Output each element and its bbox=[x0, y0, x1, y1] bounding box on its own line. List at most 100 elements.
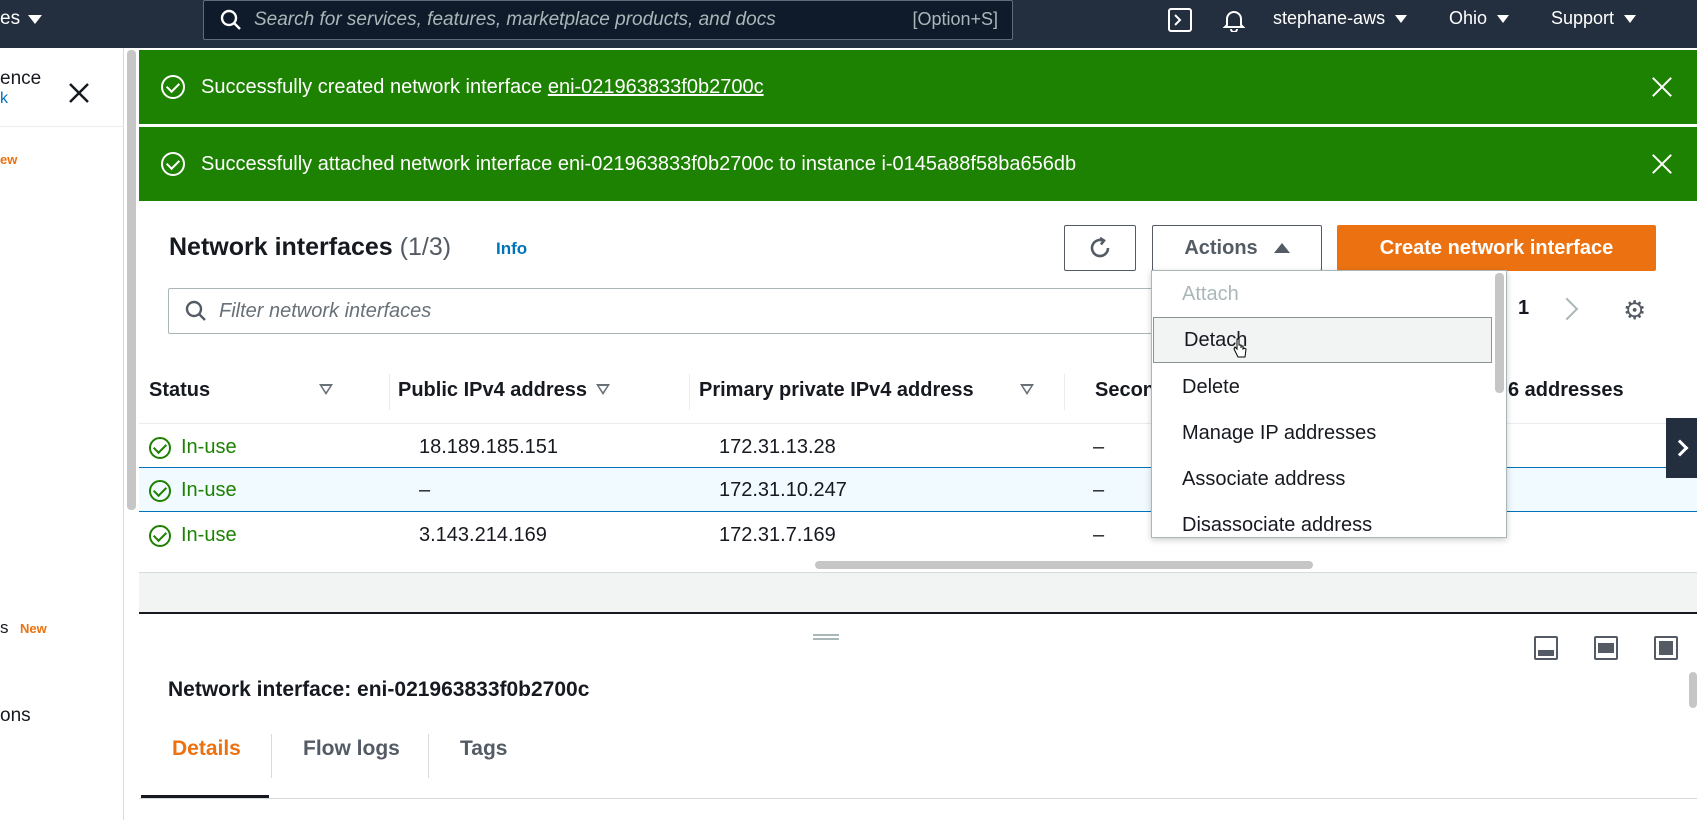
column-secondary[interactable]: Secon bbox=[1095, 379, 1155, 402]
current-page[interactable]: 1 bbox=[1518, 297, 1529, 320]
sort-icon[interactable] bbox=[596, 384, 610, 395]
private-ip-cell: 172.31.10.247 bbox=[719, 479, 847, 501]
close-icon[interactable] bbox=[1649, 74, 1675, 100]
close-sidenav-button[interactable] bbox=[68, 82, 90, 104]
status-text: In-use bbox=[181, 436, 237, 458]
account-menu[interactable]: stephane-aws bbox=[1273, 8, 1408, 29]
sidenav-item-fragment[interactable]: s bbox=[0, 618, 9, 638]
caret-down-icon bbox=[1395, 14, 1408, 23]
sidenav-link-fragment[interactable]: k bbox=[0, 90, 8, 108]
refresh-icon bbox=[1090, 236, 1110, 258]
tabs-divider bbox=[139, 798, 1697, 799]
sort-icon[interactable] bbox=[1020, 384, 1034, 395]
sidenav-heading-fragment: ence bbox=[0, 68, 42, 89]
public-ip-cell: 3.143.214.169 bbox=[419, 524, 547, 546]
cloudshell-icon bbox=[1168, 8, 1192, 32]
success-icon bbox=[149, 524, 171, 547]
gear-icon[interactable]: ⚙ bbox=[1623, 295, 1646, 326]
secondary-cell: – bbox=[1093, 524, 1105, 546]
details-split-panel: Network interface: eni-021963833f0b2700c… bbox=[139, 614, 1697, 820]
sidenav-item-fragment[interactable]: ons bbox=[0, 705, 31, 727]
public-ip-cell: 18.189.185.151 bbox=[419, 436, 559, 458]
caret-down-icon bbox=[1497, 14, 1510, 23]
account-name: stephane-aws bbox=[1273, 8, 1386, 28]
search-icon bbox=[185, 300, 207, 322]
support-label: Support bbox=[1551, 8, 1615, 28]
side-navigation: ence k ew s New ons bbox=[0, 48, 124, 820]
menu-item-delete[interactable]: Delete bbox=[1152, 364, 1492, 410]
flash-message: Successfully attached network interface … bbox=[201, 152, 1077, 175]
help-panel-toggle[interactable] bbox=[1666, 418, 1697, 478]
new-badge: ew bbox=[0, 152, 18, 167]
public-ip-cell: – bbox=[419, 479, 431, 501]
tab-divider bbox=[271, 734, 272, 778]
search-shortcut: [Option+S] bbox=[912, 9, 998, 29]
split-side-view-icon[interactable] bbox=[1594, 636, 1618, 660]
top-navigation: es [Option+S] stephane-aws Ohio Support bbox=[0, 0, 1697, 48]
secondary-cell: – bbox=[1093, 479, 1105, 501]
services-menu[interactable]: es bbox=[0, 8, 43, 30]
menu-item-disassociate-address[interactable]: Disassociate address bbox=[1152, 502, 1492, 537]
menu-item-detach[interactable]: Detach bbox=[1153, 317, 1492, 363]
title-text: Network interfaces bbox=[169, 233, 393, 261]
column-public-ipv4[interactable]: Public IPv4 address bbox=[398, 379, 587, 402]
success-icon bbox=[161, 75, 185, 99]
success-icon bbox=[161, 152, 185, 176]
column-divider[interactable] bbox=[1064, 374, 1065, 410]
flash-text: Successfully created network interface bbox=[201, 75, 548, 98]
tab-details[interactable]: Details bbox=[172, 737, 241, 761]
search-icon bbox=[220, 9, 242, 31]
status-text: In-use bbox=[181, 479, 237, 501]
global-search[interactable]: [Option+S] bbox=[203, 0, 1013, 40]
secondary-cell: – bbox=[1093, 436, 1105, 458]
eni-link[interactable]: eni-021963833f0b2700c bbox=[548, 76, 764, 98]
status-text: In-use bbox=[181, 524, 237, 546]
selection-count: (1/3) bbox=[399, 233, 452, 261]
caret-down-icon bbox=[1624, 14, 1637, 23]
info-link[interactable]: Info bbox=[496, 239, 527, 259]
flash-attached: Successfully attached network interface … bbox=[139, 127, 1697, 201]
status-cell: In-use bbox=[149, 479, 237, 502]
support-menu[interactable]: Support bbox=[1551, 8, 1637, 29]
column-status[interactable]: Status bbox=[149, 379, 210, 402]
flash-message: Successfully created network interface e… bbox=[201, 76, 764, 99]
close-icon bbox=[69, 83, 89, 103]
next-page-icon[interactable] bbox=[1555, 297, 1579, 321]
tab-flow-logs[interactable]: Flow logs bbox=[303, 737, 400, 761]
refresh-button[interactable] bbox=[1064, 225, 1136, 271]
table-horizontal-scrollbar[interactable] bbox=[815, 561, 1313, 569]
cloudshell-button[interactable] bbox=[1168, 8, 1192, 32]
column-ipv6-addresses[interactable]: 6 addresses bbox=[1508, 379, 1624, 402]
new-badge: New bbox=[20, 621, 47, 636]
notifications-button[interactable] bbox=[1222, 8, 1246, 32]
success-icon bbox=[149, 479, 171, 502]
resize-handle-icon[interactable] bbox=[813, 634, 839, 640]
actions-label: Actions bbox=[1184, 236, 1258, 259]
filter-input[interactable] bbox=[219, 299, 1019, 323]
menu-item-manage-ip-addresses[interactable]: Manage IP addresses bbox=[1152, 410, 1492, 456]
caret-down-icon bbox=[28, 14, 43, 24]
filter-box[interactable] bbox=[168, 288, 1168, 334]
sort-icon[interactable] bbox=[319, 384, 333, 395]
search-input[interactable] bbox=[254, 9, 854, 31]
region-menu[interactable]: Ohio bbox=[1449, 8, 1510, 29]
close-icon[interactable] bbox=[1649, 151, 1675, 177]
column-primary-private-ipv4[interactable]: Primary private IPv4 address bbox=[699, 379, 974, 402]
sidenav-scrollbar[interactable] bbox=[127, 50, 136, 510]
page-title: Network interfaces (1/3) bbox=[169, 233, 451, 262]
full-view-icon[interactable] bbox=[1654, 636, 1678, 660]
menu-item-associate-address[interactable]: Associate address bbox=[1152, 456, 1492, 502]
details-title: Network interface: eni-021963833f0b2700c bbox=[168, 678, 590, 701]
menu-scrollbar[interactable] bbox=[1495, 273, 1504, 393]
column-divider[interactable] bbox=[389, 374, 390, 410]
create-network-interface-button[interactable]: Create network interface bbox=[1337, 225, 1656, 271]
actions-button[interactable]: Actions bbox=[1152, 225, 1322, 271]
status-cell: In-use bbox=[149, 436, 237, 459]
column-divider[interactable] bbox=[689, 374, 690, 410]
tab-tags[interactable]: Tags bbox=[460, 737, 507, 761]
services-menu-label: es bbox=[0, 8, 21, 29]
details-scrollbar[interactable] bbox=[1689, 672, 1697, 708]
table-footer bbox=[139, 572, 1697, 612]
split-bottom-view-icon[interactable] bbox=[1534, 636, 1558, 660]
hand-cursor-icon bbox=[1233, 337, 1247, 359]
